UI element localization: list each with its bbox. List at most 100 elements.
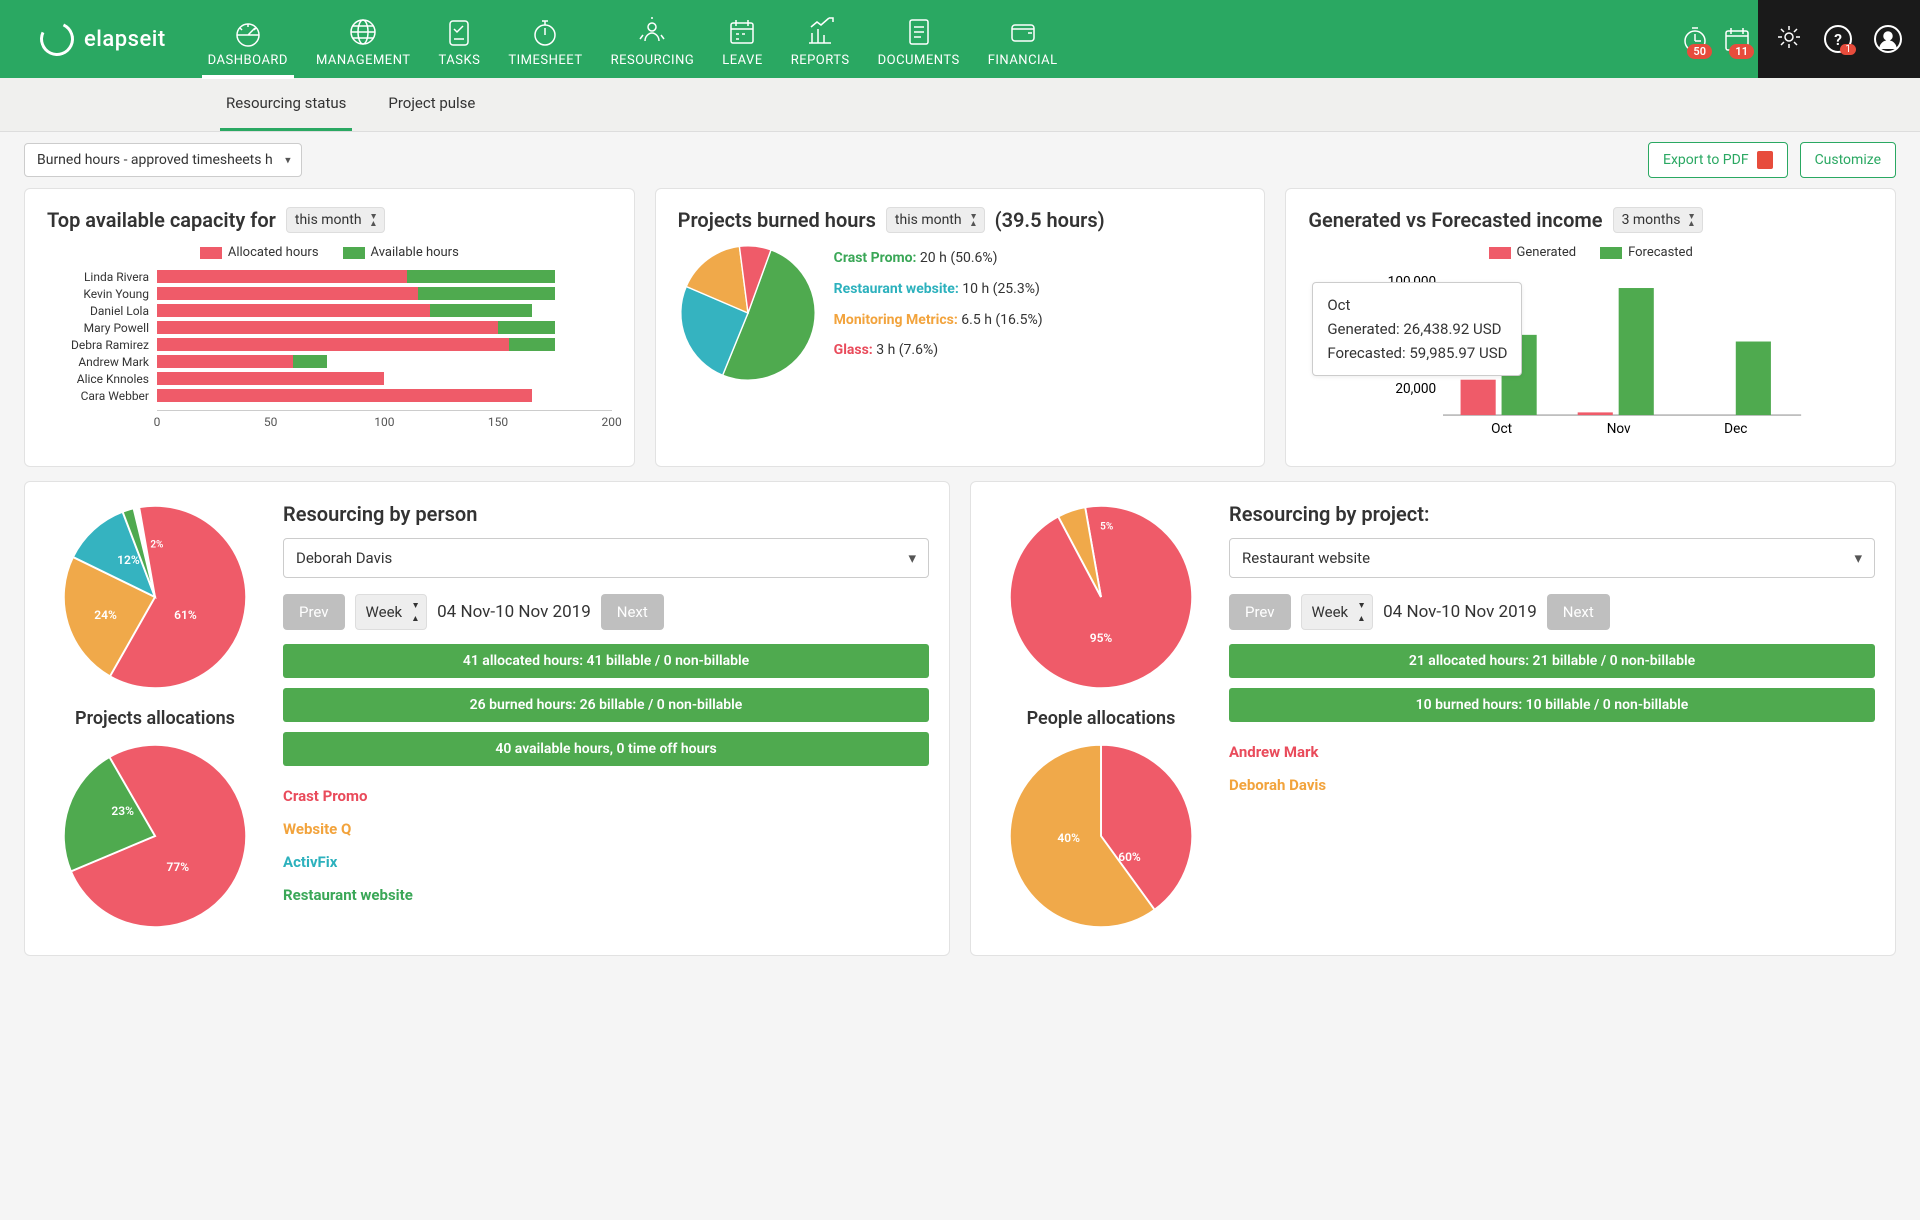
subtab-resourcing-status[interactable]: Resourcing status <box>220 78 352 131</box>
nav-label: RESOURCING <box>611 53 695 68</box>
nav-management[interactable]: MANAGEMENT <box>302 0 425 78</box>
person-prev-button[interactable]: Prev <box>283 594 345 630</box>
capacity-row-label: Daniel Lola <box>47 304 157 318</box>
person-project-list: Crast PromoWebsite QActivFixRestaurant w… <box>283 780 929 912</box>
person-project-item[interactable]: Restaurant website <box>283 879 929 912</box>
person-period-select[interactable]: Week <box>355 594 428 630</box>
export-pdf-button[interactable]: Export to PDF <box>1648 142 1788 178</box>
pie-label-5: 5% <box>1100 522 1113 533</box>
person-upper-pie: 61% 24% 12% 2% <box>60 502 250 696</box>
pie-label-61: 61% <box>174 608 197 622</box>
capacity-row-label: Linda Rivera <box>47 270 157 284</box>
project-lower-pie: 40% 60% <box>1006 741 1196 935</box>
pie-label-12: 12% <box>117 553 140 567</box>
clock-badge: 50 <box>1687 44 1712 59</box>
capacity-row: Debra Ramirez <box>47 336 612 353</box>
legend-swatch-available <box>343 247 365 259</box>
filter-select[interactable]: Burned hours - approved timesheets h <box>24 143 302 177</box>
burned-legend-item: Crast Promo: 20 h (50.6%) <box>834 243 1043 274</box>
income-period-select[interactable]: 3 months <box>1613 207 1704 233</box>
capacity-xaxis: 050100150200 <box>157 410 612 432</box>
nav-tasks[interactable]: TASKS <box>425 0 495 78</box>
help-button[interactable]: ? 1 <box>1824 25 1852 53</box>
project-upper-pie: 95% 5% <box>1006 502 1196 696</box>
dashboard-icon <box>231 15 265 49</box>
card-burned: Projects burned hours this month (39.5 h… <box>655 188 1266 467</box>
card-capacity: Top available capacity for this month Al… <box>24 188 635 467</box>
nav-items: DASHBOARD MANAGEMENT TASKS TIMESHEET RES… <box>194 0 1674 78</box>
burned-period-select[interactable]: this month <box>886 207 985 233</box>
profile-button[interactable] <box>1874 25 1902 53</box>
income-chart-area: Oct Generated: 26,438.92 USD Forecasted:… <box>1308 270 1873 444</box>
project-person-item[interactable]: Deborah Davis <box>1229 769 1875 802</box>
settings-button[interactable] <box>1776 24 1802 54</box>
brand[interactable]: elapseit <box>0 0 194 78</box>
nav-clock-button[interactable]: 50 <box>1674 0 1716 78</box>
nav-label: TASKS <box>439 53 481 68</box>
project-select[interactable]: Restaurant website <box>1229 538 1875 578</box>
capacity-row-label: Kevin Young <box>47 287 157 301</box>
person-select[interactable]: Deborah Davis <box>283 538 929 578</box>
svg-text:Oct: Oct <box>1491 421 1512 437</box>
capacity-row: Andrew Mark <box>47 353 612 370</box>
person-bar-allocated: 41 allocated hours: 41 billable / 0 non-… <box>283 644 929 678</box>
person-project-item[interactable]: Crast Promo <box>283 780 929 813</box>
capacity-legend: Allocated hours Available hours <box>47 245 612 260</box>
person-bar-available: 40 available hours, 0 time off hours <box>283 732 929 766</box>
top-nav: elapseit DASHBOARD MANAGEMENT TASKS TIME… <box>0 0 1920 78</box>
nav-label: MANAGEMENT <box>316 53 411 68</box>
project-bar-allocated: 21 allocated hours: 21 billable / 0 non-… <box>1229 644 1875 678</box>
svg-text:20,000: 20,000 <box>1396 381 1437 397</box>
nav-documents[interactable]: DOCUMENTS <box>864 0 974 78</box>
nav-label: DASHBOARD <box>208 53 288 68</box>
person-right: Resourcing by person Deborah Davis Prev … <box>283 502 929 935</box>
nav-leave[interactable]: LEAVE <box>708 0 776 78</box>
sub-tabs: Resourcing status Project pulse <box>0 78 1920 132</box>
card-income: Generated vs Forecasted income 3 months … <box>1285 188 1896 467</box>
pdf-icon <box>1757 151 1773 169</box>
person-date-controls: Prev Week 04 Nov-10 Nov 2019 Next <box>283 594 929 630</box>
burned-pie-wrap: Crast Promo: 20 h (50.6%)Restaurant webs… <box>678 243 1243 387</box>
pie-label-23: 23% <box>111 804 134 818</box>
export-label: Export to PDF <box>1663 152 1749 168</box>
nav-financial[interactable]: FINANCIAL <box>974 0 1072 78</box>
globe-icon <box>346 15 380 49</box>
subtab-project-pulse[interactable]: Project pulse <box>382 78 481 131</box>
nav-reports[interactable]: REPORTS <box>777 0 864 78</box>
project-period-select[interactable]: Week <box>1301 594 1374 630</box>
capacity-row: Mary Powell <box>47 319 612 336</box>
legend-swatch-allocated <box>200 247 222 259</box>
customize-button[interactable]: Customize <box>1800 142 1896 178</box>
person-next-button[interactable]: Next <box>601 594 664 630</box>
capacity-period-select[interactable]: this month <box>286 207 385 233</box>
project-prev-button[interactable]: Prev <box>1229 594 1291 630</box>
stopwatch-icon <box>528 15 562 49</box>
project-next-button[interactable]: Next <box>1547 594 1610 630</box>
pie-label-77: 77% <box>167 860 190 874</box>
nav-dashboard[interactable]: DASHBOARD <box>194 0 302 78</box>
project-right: Resourcing by project: Restaurant websit… <box>1229 502 1875 935</box>
pie-label-60: 60% <box>1118 850 1141 864</box>
person-lower-pie: 23% 77% <box>60 741 250 935</box>
nav-timesheet[interactable]: TIMESHEET <box>494 0 596 78</box>
brand-name: elapseit <box>84 27 166 52</box>
nav-resourcing[interactable]: RESOURCING <box>597 0 709 78</box>
project-left: 95% 5% People allocations 40% 60% <box>991 502 1211 935</box>
capacity-row-label: Debra Ramirez <box>47 338 157 352</box>
capacity-title: Top available capacity for this month <box>47 207 612 233</box>
project-title: Resourcing by project: <box>1229 502 1875 526</box>
calendar-icon <box>725 15 759 49</box>
capacity-row-label: Alice Knnoles <box>47 372 157 386</box>
capacity-row: Daniel Lola <box>47 302 612 319</box>
top-cards-row: Top available capacity for this month Al… <box>0 188 1920 481</box>
person-project-item[interactable]: Website Q <box>283 813 929 846</box>
legend-swatch-forecasted <box>1600 247 1622 259</box>
capacity-row: Alice Knnoles <box>47 370 612 387</box>
project-date-controls: Prev Week 04 Nov-10 Nov 2019 Next <box>1229 594 1875 630</box>
svg-text:Dec: Dec <box>1724 421 1747 437</box>
people-allocations-title: People allocations <box>991 708 1211 729</box>
panel-project: 95% 5% People allocations 40% 60% Resour… <box>970 481 1896 956</box>
project-person-item[interactable]: Andrew Mark <box>1229 736 1875 769</box>
nav-calendar-button[interactable]: 11 <box>1716 0 1758 78</box>
person-project-item[interactable]: ActivFix <box>283 846 929 879</box>
